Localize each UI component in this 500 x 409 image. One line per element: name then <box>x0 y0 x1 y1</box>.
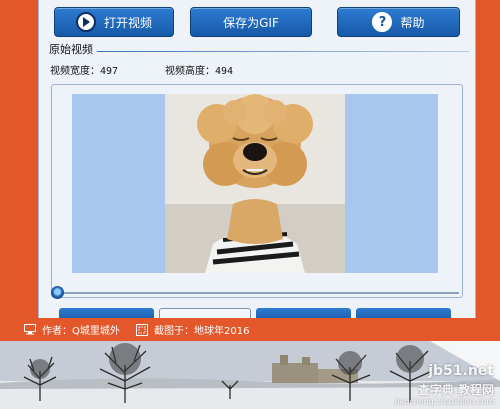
dog-image <box>165 94 345 273</box>
slider-thumb[interactable] <box>51 286 64 299</box>
group-divider <box>97 51 469 52</box>
screenshot-caption: 截图于：地球年2016 <box>136 322 249 337</box>
slider-track <box>59 292 459 294</box>
video-frame-image <box>165 94 345 273</box>
open-video-button[interactable]: 打开视频 <box>54 7 174 37</box>
prev-frame-button[interactable] <box>59 308 154 318</box>
app-frame: 打开视频 保存为GIF ? 帮助 原始视频 视频宽度：497 视频高度：494 <box>0 0 500 318</box>
original-video-title: 原始视频 <box>49 43 93 56</box>
author-text: 作者：Q城里城外 <box>42 326 120 337</box>
save-gif-label: 保存为GIF <box>223 15 279 30</box>
save-gif-button[interactable]: 保存为GIF <box>190 7 312 37</box>
main-window: 打开视频 保存为GIF ? 帮助 原始视频 视频宽度：497 视频高度：494 <box>38 0 476 318</box>
video-preview-panel <box>51 84 463 298</box>
video-width-info: 视频宽度：497 <box>50 62 118 77</box>
help-icon: ? <box>372 12 393 32</box>
play-icon <box>75 12 96 32</box>
select-start-button[interactable] <box>256 308 351 318</box>
open-video-label: 打开视频 <box>103 15 152 30</box>
video-height-info: 视频高度：494 <box>165 62 233 77</box>
time-display <box>159 308 251 318</box>
watermark-site: jb51.net <box>428 363 494 379</box>
capture-icon <box>136 323 148 336</box>
video-height-value: 494 <box>215 66 234 77</box>
watermark-name: 查字典 教程网 <box>417 383 494 397</box>
next-frame-button[interactable] <box>356 308 451 318</box>
help-button[interactable]: ? 帮助 <box>337 7 460 37</box>
caption-bar: 作者：Q城里城外 截图于：地球年2016 <box>0 318 500 341</box>
video-stage <box>72 94 438 273</box>
landscape-banner: jb51.net 查字典 教程网 jiaocheng.chazidian.com <box>0 341 500 409</box>
playback-slider[interactable] <box>51 286 461 299</box>
video-width-label: 视频宽度： <box>50 66 100 77</box>
video-width-value: 497 <box>100 66 119 77</box>
help-label: 帮助 <box>400 15 425 30</box>
screenshot-text: 截图于：地球年2016 <box>154 326 250 337</box>
video-height-label: 视频高度： <box>165 66 215 77</box>
author-caption: 作者：Q城里城外 <box>24 322 120 337</box>
monitor-icon <box>24 324 36 335</box>
watermark-url: jiaocheng.chazidian.com <box>394 397 494 406</box>
